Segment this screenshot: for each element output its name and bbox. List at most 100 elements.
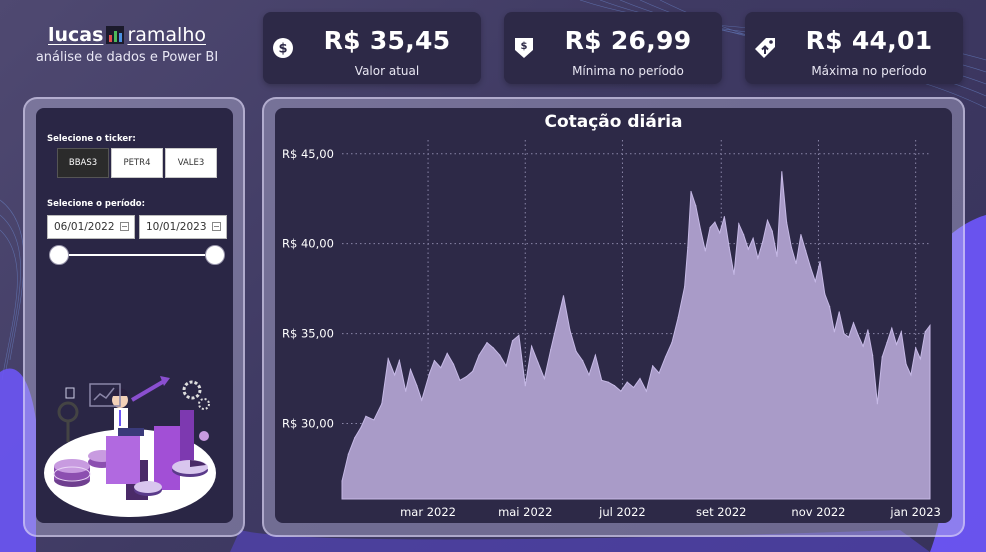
- data-point: [762, 241, 764, 243]
- data-point: [556, 322, 558, 324]
- data-point: [537, 361, 539, 363]
- data-point: [459, 379, 461, 381]
- data-point: [929, 324, 931, 327]
- calendar-icon[interactable]: [212, 222, 221, 231]
- data-point: [677, 316, 679, 318]
- data-point: [687, 246, 689, 248]
- data-point: [341, 480, 343, 482]
- data-point: [714, 221, 716, 223]
- period-label: Selecione o período:: [47, 199, 146, 209]
- data-point: [601, 379, 603, 381]
- data-point: [582, 360, 584, 362]
- data-point: [550, 349, 552, 351]
- data-point: [800, 234, 802, 236]
- data-point: [905, 363, 907, 365]
- kpi-minimum: $ R$ 26,99 Mínima no período: [504, 12, 722, 84]
- data-point: [575, 351, 577, 353]
- data-point: [881, 356, 883, 358]
- data-point: [562, 295, 565, 297]
- data-point: [833, 331, 836, 333]
- data-point: [626, 381, 628, 383]
- data-point: [639, 377, 641, 380]
- kpi-maximum: R$ 44,01 Máxima no período: [745, 12, 963, 84]
- kpi-value: R$ 44,01: [805, 26, 933, 55]
- data-point: [876, 403, 879, 405]
- start-date-input[interactable]: 06/01/2022: [47, 215, 135, 239]
- period-slider-end-handle[interactable]: [205, 245, 225, 265]
- data-point: [924, 331, 926, 333]
- data-point: [900, 331, 902, 333]
- data-point: [886, 342, 888, 344]
- data-point: [776, 255, 778, 257]
- data-point: [492, 347, 494, 349]
- data-point: [465, 376, 467, 378]
- data-point: [852, 322, 855, 324]
- data-point: [365, 415, 367, 417]
- x-tick-label: mai 2022: [498, 505, 552, 519]
- data-point: [771, 230, 773, 232]
- data-point: [743, 234, 745, 236]
- dollar-coin-icon: $: [273, 38, 293, 58]
- data-point: [652, 365, 654, 367]
- data-point: [354, 437, 356, 439]
- data-point: [499, 354, 501, 356]
- data-point: [440, 367, 442, 369]
- data-point: [486, 342, 488, 344]
- ticker-button-bbas3[interactable]: BBAS3: [57, 148, 109, 178]
- data-point: [405, 390, 407, 392]
- brand-header: lucas ramalho análise de dados e Power B…: [20, 22, 234, 65]
- ticker-button-vale3[interactable]: VALE3: [165, 148, 217, 178]
- data-point: [684, 286, 686, 288]
- brand-name-second: ramalho: [127, 24, 206, 46]
- start-date-value: 06/01/2022: [54, 221, 115, 233]
- data-point: [719, 232, 721, 234]
- data-point: [790, 246, 793, 248]
- x-tick-label: set 2022: [696, 505, 747, 519]
- data-point: [543, 377, 545, 380]
- data-point: [695, 205, 697, 207]
- data-point: [664, 356, 667, 358]
- data-point: [394, 374, 396, 376]
- data-point: [452, 363, 455, 365]
- ticker-button-petr4[interactable]: PETR4: [111, 148, 163, 178]
- price-area-chart[interactable]: R$ 30,00 R$ 35,00 R$ 40,00 R$ 45,00 mar 2022…: [275, 108, 952, 523]
- data-point: [671, 342, 673, 344]
- kpi-label: Mínima no período: [572, 64, 684, 78]
- kpi-value: R$ 26,99: [564, 26, 692, 55]
- data-point: [709, 226, 711, 229]
- price-down-icon: $: [515, 38, 533, 58]
- data-point: [381, 403, 383, 405]
- kpi-label: Máxima no período: [811, 64, 927, 78]
- y-tick-label: R$ 35,00: [282, 327, 334, 341]
- data-point: [843, 333, 845, 335]
- price-area-series: [341, 171, 931, 500]
- data-point: [620, 390, 622, 392]
- data-point: [829, 306, 831, 308]
- brand-title: lucas ramalho: [20, 22, 234, 48]
- end-date-input[interactable]: 10/01/2023: [139, 215, 227, 239]
- data-point: [645, 390, 647, 392]
- data-point: [867, 329, 869, 331]
- data-point: [613, 385, 616, 387]
- data-point: [472, 370, 474, 372]
- x-tick-label: jan 2023: [889, 505, 940, 519]
- data-point: [398, 360, 400, 362]
- data-point: [588, 374, 590, 376]
- data-point: [524, 385, 526, 387]
- brand-name-first: lucas: [48, 24, 104, 46]
- data-point: [747, 248, 749, 250]
- data-point: [809, 266, 812, 268]
- kpi-value: R$ 35,45: [323, 26, 451, 55]
- data-point: [409, 368, 412, 371]
- data-point: [387, 358, 389, 360]
- data-point: [848, 336, 850, 338]
- ticker-slicer: BBAS3 PETR4 VALE3: [57, 148, 219, 178]
- data-point: [872, 354, 874, 356]
- kpi-current-value: $ R$ 35,45 Valor atual: [263, 12, 481, 84]
- period-slider-start-handle[interactable]: [49, 245, 69, 265]
- data-point: [915, 347, 917, 349]
- calendar-icon[interactable]: [120, 222, 129, 231]
- data-point: [786, 221, 788, 223]
- period-slider-track[interactable]: [60, 254, 215, 256]
- data-point: [891, 327, 893, 329]
